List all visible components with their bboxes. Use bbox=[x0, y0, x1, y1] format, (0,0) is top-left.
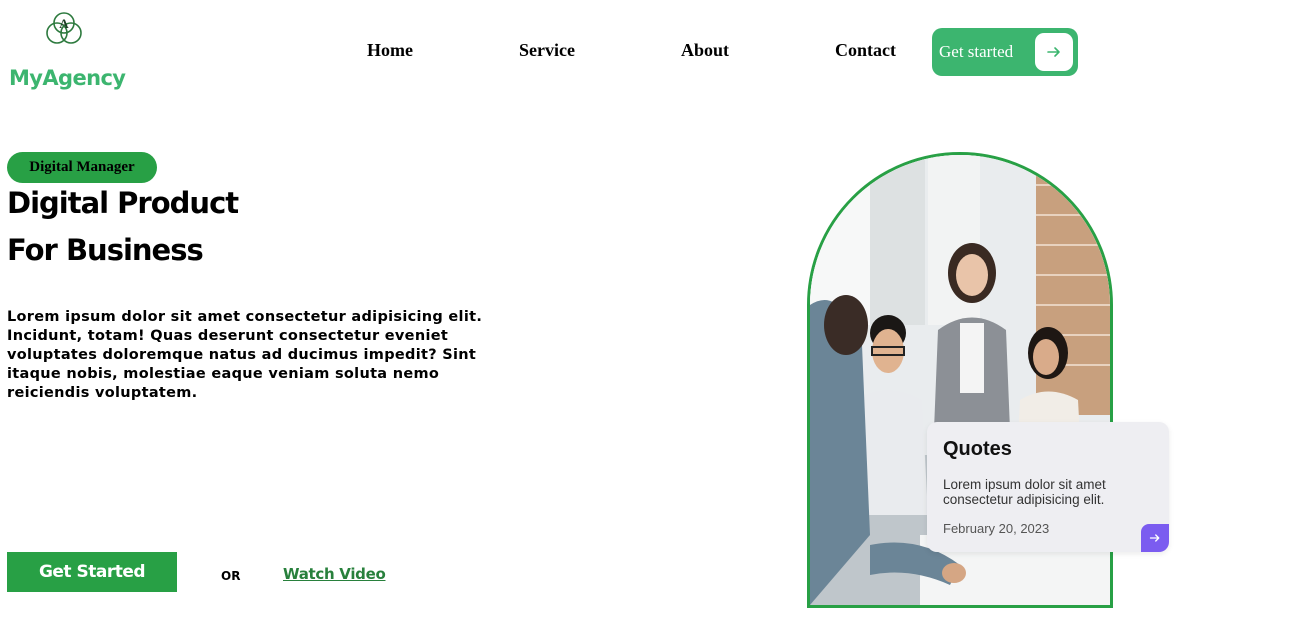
nav-contact[interactable]: Contact bbox=[835, 40, 896, 61]
quote-date: February 20, 2023 bbox=[943, 521, 1050, 536]
arrow-right-icon bbox=[1035, 33, 1073, 71]
brand-logo[interactable]: A MyAgency bbox=[8, 10, 138, 90]
hero-headline-line2: For Business bbox=[7, 233, 204, 267]
quote-card: Quotes Lorem ipsum dolor sit amet consec… bbox=[927, 422, 1169, 552]
hero-badge: Digital Manager bbox=[7, 152, 157, 183]
quote-title: Quotes bbox=[943, 438, 1012, 460]
nav-home[interactable]: Home bbox=[367, 40, 413, 61]
interlocked-rings-logo-icon: A bbox=[46, 12, 82, 44]
or-separator: OR bbox=[221, 569, 241, 583]
quote-arrow-button[interactable] bbox=[1141, 524, 1169, 552]
get-started-button[interactable]: Get Started bbox=[7, 552, 177, 592]
get-started-nav-label: Get started bbox=[939, 42, 1014, 61]
quote-body: Lorem ipsum dolor sit amet consectetur a… bbox=[943, 477, 1106, 507]
arrow-right-icon bbox=[1149, 534, 1160, 542]
hero-headline-line1: Digital Product bbox=[7, 186, 239, 220]
watch-video-link[interactable]: Watch Video bbox=[283, 565, 386, 583]
hero-description: Lorem ipsum dolor sit amet consectetur a… bbox=[7, 309, 483, 401]
brand-name: MyAgency bbox=[9, 66, 126, 90]
logo-monogram: A bbox=[59, 16, 69, 31]
nav-service[interactable]: Service bbox=[519, 40, 575, 61]
get-started-nav-button[interactable]: Get started bbox=[932, 28, 1078, 76]
nav-about[interactable]: About bbox=[681, 40, 729, 61]
